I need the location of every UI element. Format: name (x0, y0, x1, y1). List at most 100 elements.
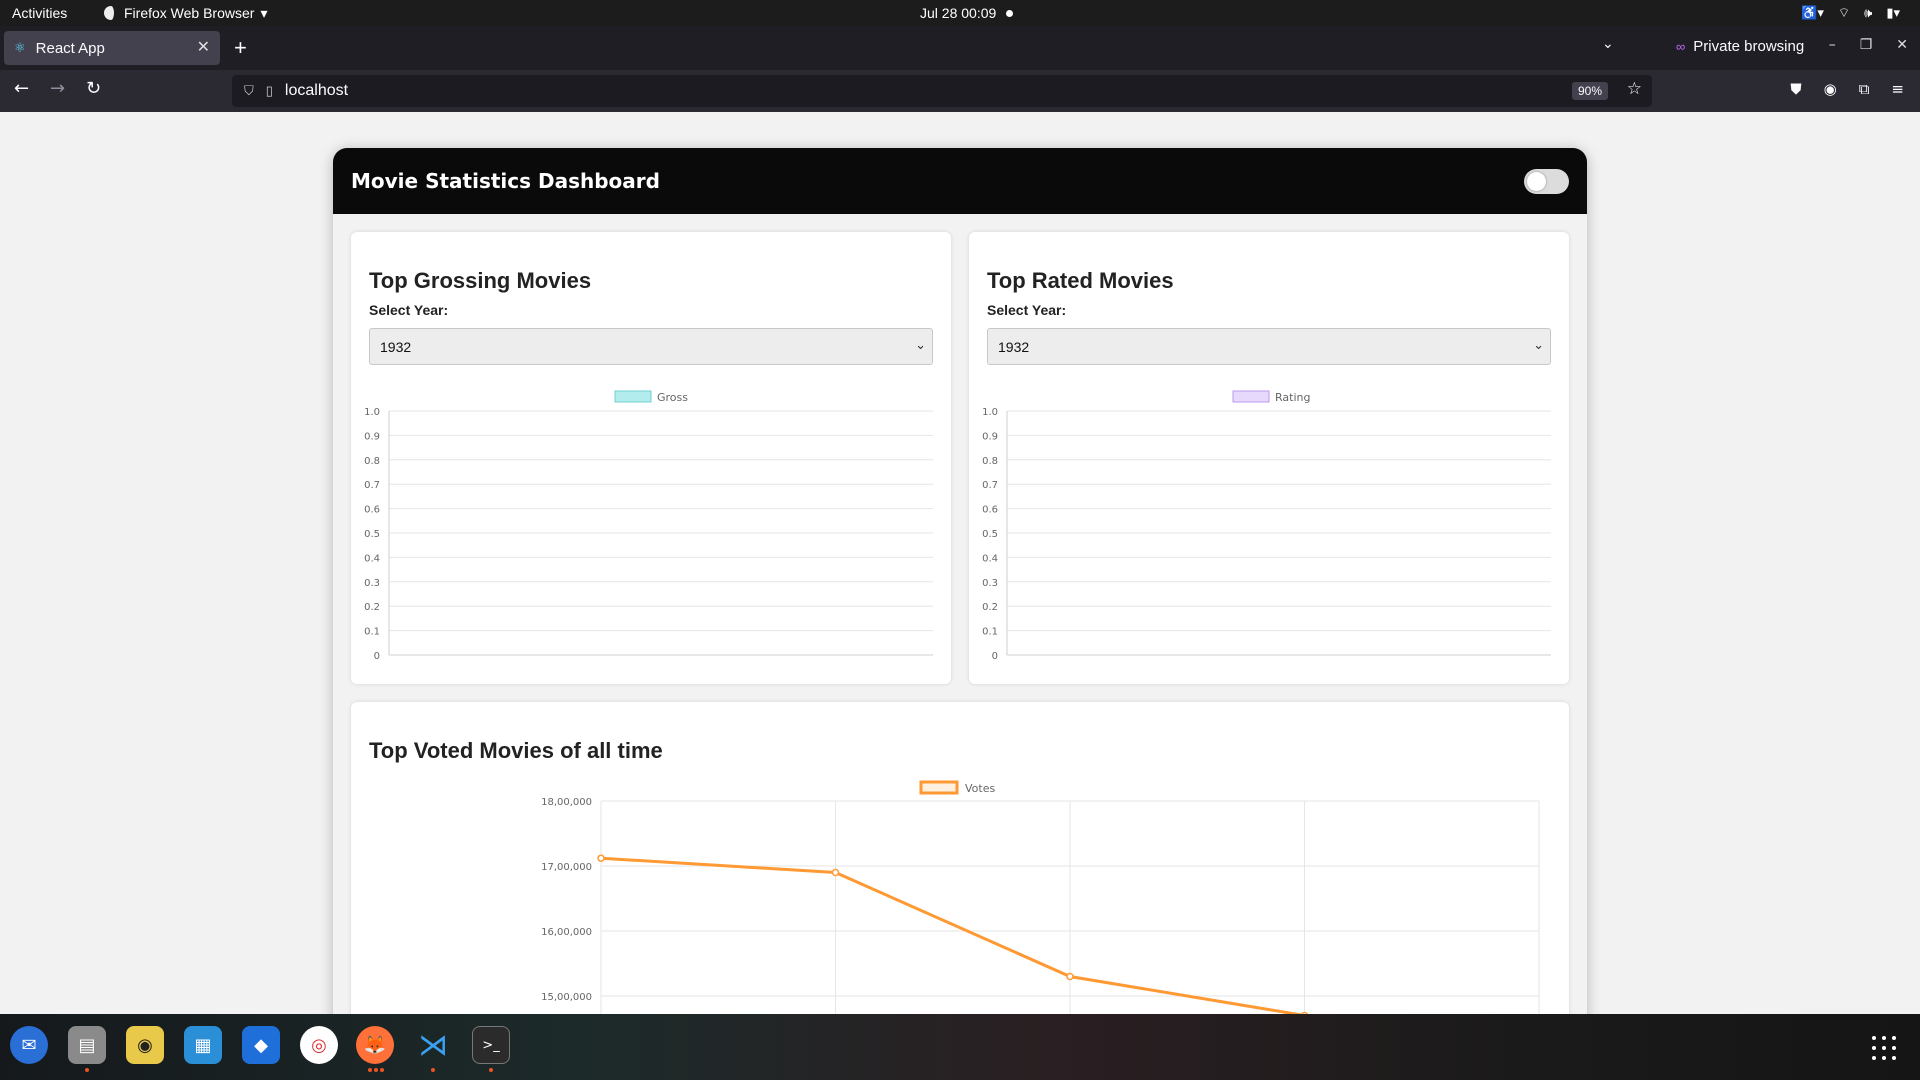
help-icon[interactable]: ◎ (300, 1026, 338, 1064)
back-arrow-icon[interactable]: ← (14, 78, 29, 99)
votes-line-chart: Votes 18,00,000 17,00,000 16,00,000 15,00,00… (541, 780, 1540, 1014)
top-voted-card: Top Voted Movies of all time Votes 18,00,… (351, 702, 1569, 1014)
zoom-level-badge[interactable]: 90% (1571, 82, 1608, 100)
votes-legend-label: Votes (965, 782, 995, 795)
toggle-knob (1527, 171, 1546, 191)
private-mask-icon: ∞ (1676, 39, 1686, 54)
app-menu-label: Firefox Web Browser (124, 5, 255, 21)
gross-y-tick-label: 0.8 (364, 456, 380, 467)
rating-y-tick-label: 0.8 (982, 456, 998, 467)
account-icon[interactable]: ◉ (1824, 80, 1837, 98)
notification-dot-icon (1006, 9, 1014, 17)
bookmark-star-icon[interactable]: ☆ (1627, 79, 1642, 99)
clock-label: Jul 28 00:09 (920, 5, 997, 21)
tab-strip: ⚛ React App ✕ + ⌄ ∞ Private browsing – ❐… (0, 26, 1920, 70)
caret-down-icon: ▾ (260, 5, 268, 21)
top-grossing-card: Top Grossing Movies Select Year: 1932 ⌄ … (351, 232, 951, 684)
battery-icon: ▮▾ (1886, 5, 1900, 20)
list-all-tabs-icon[interactable]: ⌄ (1602, 36, 1614, 52)
restore-icon[interactable]: ❐ (1860, 37, 1873, 53)
gross-y-tick-label: 0.1 (364, 627, 380, 638)
running-indicator (85, 1068, 89, 1072)
votes-series-line (600, 856, 1305, 1014)
reload-icon[interactable]: ↻ (86, 78, 101, 99)
rhythmbox-icon[interactable]: ◉ (126, 1026, 164, 1064)
new-tab-button[interactable]: + (234, 35, 247, 61)
gross-y-tick-label: 1.0 (364, 407, 380, 418)
rating-y-tick-label: 0.7 (982, 480, 998, 491)
gross-y-tick-label: 0.6 (364, 505, 380, 516)
rating-bar-chart: Rating 1.0 0.9 0.8 0.7 0.6 0.5 0.4 0.3 0.2 0.1 0 (982, 390, 1551, 662)
thunderbird-icon[interactable]: ✉ (10, 1026, 48, 1064)
close-tab-icon[interactable]: ✕ (197, 37, 210, 57)
pocket-icon[interactable]: ⛊ (1790, 80, 1801, 98)
firefox-icon[interactable]: 🦊 (356, 1026, 394, 1064)
running-indicator (431, 1068, 435, 1072)
rating-y-tick-label: 0.6 (982, 505, 998, 516)
votes-data-point (831, 868, 840, 877)
writer-icon[interactable]: ▦ (184, 1026, 222, 1064)
top-rated-card: Top Rated Movies Select Year: 1932 ⌄ Rat… (969, 232, 1569, 684)
gross-y-tick-label: 0.9 (364, 431, 380, 442)
page-viewport: Movie Statistics Dashboard Top Grossing … (0, 112, 1920, 1014)
tab-react-app[interactable]: ⚛ React App ✕ (4, 31, 220, 65)
dashboard-header: Movie Statistics Dashboard (333, 148, 1587, 214)
minimize-icon[interactable]: – (1829, 37, 1836, 53)
volume-icon: 🕪 (1864, 5, 1873, 20)
gross-y-tick-label: 0.2 (364, 602, 380, 613)
running-indicator (489, 1068, 493, 1072)
rating-y-tick-label: 0.4 (982, 553, 998, 564)
extensions-icon[interactable]: ⧉ (1859, 80, 1870, 98)
gross-legend-label: Gross (657, 391, 688, 404)
window-controls: – ❐ ✕ (1829, 37, 1908, 53)
dashboard-app: Movie Statistics Dashboard Top Grossing … (333, 148, 1587, 1014)
system-top-bar: Activities Firefox Web Browser ▾ Jul 28 … (0, 0, 1920, 26)
activities-button[interactable]: Activities (12, 0, 67, 26)
navigation-bar: ← → ↻ ⛉ ▯ localhost 90% ☆ ⛊ ◉ ⧉ ≡ (0, 70, 1920, 112)
dark-mode-toggle[interactable] (1524, 168, 1569, 194)
gross-bar-chart: Gross 1.0 0.9 0.8 0.7 0.6 0.5 0.4 0.3 0.2 0.1 0 (364, 390, 933, 662)
gross-y-tick-label: 0.5 (364, 529, 380, 540)
firefox-icon (104, 6, 118, 20)
forward-arrow-icon[interactable]: → (50, 78, 65, 99)
rating-y-tick-label: 0 (992, 651, 998, 662)
running-indicator (368, 1068, 372, 1072)
rating-y-tick-label: 0.9 (982, 431, 998, 442)
dashboard-title: Movie Statistics Dashboard (351, 169, 660, 193)
rating-y-tick-label: 0.2 (982, 602, 998, 613)
private-browsing-indicator: ∞ Private browsing (1676, 38, 1804, 55)
gross-y-tick-label: 0.3 (364, 578, 380, 589)
gross-y-tick-label: 0.7 (364, 480, 380, 491)
close-window-icon[interactable]: ✕ (1896, 37, 1908, 53)
votes-data-point (1066, 972, 1074, 981)
votes-y-tick-label: 15,00,000 (541, 992, 592, 1003)
url-text[interactable]: localhost (285, 82, 348, 100)
rating-y-tick-label: 1.0 (982, 407, 998, 418)
gross-y-tick-label: 0 (374, 651, 380, 662)
page-icon: ▯ (265, 83, 273, 98)
running-indicator (374, 1068, 378, 1072)
rating-legend-label: Rating (1275, 391, 1310, 404)
address-bar[interactable]: ⛉ ▯ localhost 90% ☆ (232, 75, 1652, 107)
rating-legend-swatch (1232, 390, 1270, 403)
app-grid-icon[interactable] (1872, 1036, 1896, 1060)
react-icon: ⚛ (14, 40, 26, 55)
gross-legend-swatch (614, 390, 652, 403)
terminal-icon[interactable]: >_ (472, 1026, 510, 1064)
app-icon[interactable]: ◆ (242, 1026, 280, 1064)
menu-icon[interactable]: ≡ (1891, 80, 1904, 98)
accessibility-icon[interactable]: ♿▾ (1801, 0, 1824, 26)
rating-y-tick-label: 0.3 (982, 578, 998, 589)
files-icon[interactable]: ▤ (68, 1026, 106, 1064)
shield-icon[interactable]: ⛉ (244, 83, 254, 99)
clock[interactable]: Jul 28 00:09 (920, 0, 1014, 26)
tab-title: React App (35, 39, 105, 57)
votes-y-tick-label: 16,00,000 (541, 927, 592, 938)
running-indicator (380, 1068, 384, 1072)
app-menu[interactable]: Firefox Web Browser ▾ (104, 0, 267, 26)
votes-data-point (597, 854, 605, 862)
rating-y-tick-label: 0.1 (982, 627, 998, 638)
rating-y-tick-label: 0.5 (982, 529, 998, 540)
vscode-icon[interactable]: ⋊ (414, 1026, 452, 1064)
system-tray[interactable]: ♿▾ ⌔ 🕪 ▮▾ (1801, 0, 1900, 26)
